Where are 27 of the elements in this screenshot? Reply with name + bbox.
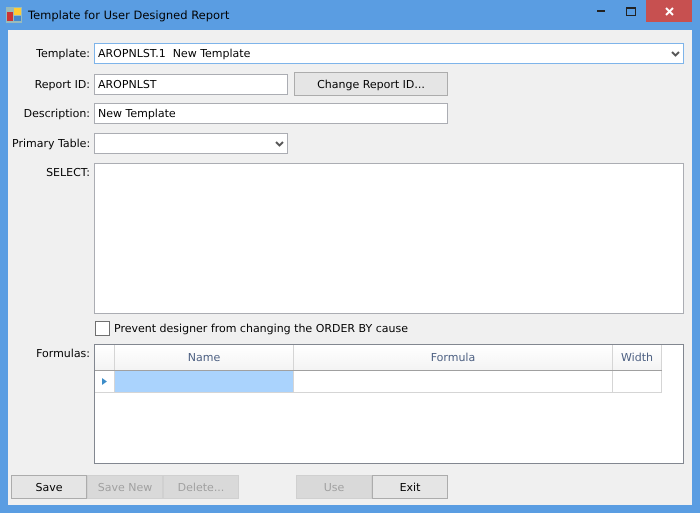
checkbox-label: Prevent designer from changing the ORDER BY cause [114,322,408,335]
close-button[interactable] [646,0,692,22]
input-field[interactable]: New Template [94,103,448,124]
dropdown-icon[interactable] [275,140,284,146]
dropdown-icon[interactable] [671,50,680,56]
field-label: Primary Table: [12,137,90,150]
column-header[interactable]: Width [613,345,662,370]
action-button[interactable]: Exit [372,475,448,499]
field-label: Template: [35,47,90,60]
template-dropdown[interactable]: AROPNLST.1 New Template [94,43,684,64]
column-header[interactable]: Formula [294,345,613,370]
formulas-grid[interactable]: Name Formula Width [94,344,684,464]
field-label: Formulas: [35,347,90,360]
minimize-icon [597,10,605,12]
maximize-icon [626,6,636,16]
window-title: Template for User Designed Report [28,8,230,22]
field-label: Description: [22,107,90,120]
input-field[interactable]: AROPNLST [94,74,288,94]
checkbox[interactable] [95,321,110,336]
app-icon [6,7,22,23]
change-id-button[interactable]: Change Report ID... [294,72,448,96]
grid-cell[interactable] [115,371,294,392]
close-icon [664,6,674,16]
action-button[interactable]: Save [11,475,87,499]
column-header[interactable]: Name [115,345,294,370]
field-label: SELECT: [45,166,90,179]
field-label: Report ID: [34,78,90,90]
